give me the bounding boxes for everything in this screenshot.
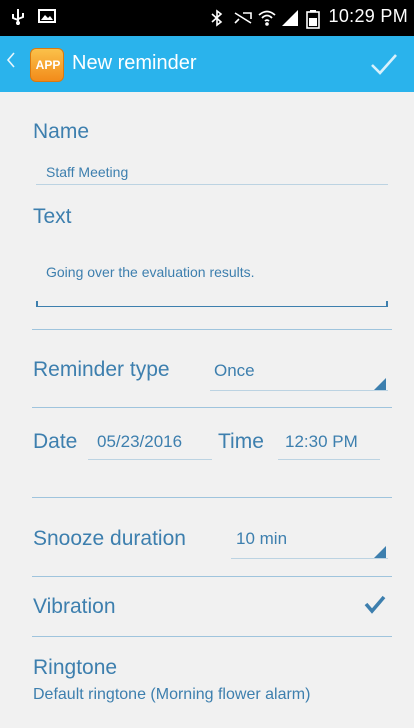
- signal-icon: [281, 9, 298, 26]
- action-bar: APP New reminder: [0, 36, 414, 92]
- vibration-label: Vibration: [33, 595, 116, 618]
- wifi-icon: [257, 9, 276, 26]
- reminder-type-label: Reminder type: [33, 358, 170, 381]
- text-input-underline: [36, 306, 388, 307]
- reminder-type-select[interactable]: Once: [214, 361, 255, 381]
- snooze-duration-select[interactable]: 10 min: [236, 529, 287, 549]
- name-underline: [36, 184, 388, 185]
- image-icon: [38, 8, 56, 24]
- app-logo[interactable]: APP: [30, 48, 64, 82]
- save-checkmark-icon[interactable]: [368, 48, 400, 80]
- snooze-duration-label: Snooze duration: [33, 527, 186, 550]
- checkmark-icon: [364, 595, 386, 614]
- divider-3: [32, 497, 392, 498]
- name-label: Name: [33, 120, 90, 143]
- divider-5: [32, 636, 392, 637]
- divider-4: [32, 576, 392, 577]
- status-bar: 10:29 PM: [0, 0, 414, 36]
- name-input[interactable]: Staff Meeting: [46, 164, 128, 180]
- snooze-dropdown-icon[interactable]: [374, 546, 386, 558]
- date-input[interactable]: 05/23/2016: [97, 432, 182, 452]
- text-input-left-tick: [36, 301, 38, 306]
- back-chevron-icon[interactable]: [6, 50, 16, 78]
- date-label: Date: [33, 430, 78, 453]
- vibration-checkbox[interactable]: [364, 594, 386, 616]
- app-logo-text: APP: [35, 58, 61, 72]
- divider-2: [32, 407, 392, 408]
- usb-icon: [10, 8, 26, 25]
- bluetooth-icon: [209, 8, 225, 27]
- battery-icon: [305, 9, 321, 29]
- time-label: Time: [218, 430, 264, 453]
- ringtone-value[interactable]: Default ringtone (Morning flower alarm): [33, 686, 310, 704]
- page-title: New reminder: [72, 52, 197, 74]
- time-input[interactable]: 12:30 PM: [285, 432, 358, 452]
- status-time: 10:29 PM: [328, 6, 408, 26]
- text-label: Text: [33, 205, 72, 228]
- reminder-type-dropdown-icon[interactable]: [374, 378, 386, 390]
- date-underline: [88, 459, 212, 460]
- snooze-duration-underline: [231, 558, 388, 559]
- divider-1: [32, 329, 392, 330]
- text-input-right-tick: [386, 301, 388, 306]
- status-bar-right: 10:29 PM: [209, 6, 408, 29]
- mute-icon: [233, 9, 252, 25]
- time-underline: [278, 459, 380, 460]
- text-input[interactable]: Going over the evaluation results.: [46, 264, 255, 280]
- status-bar-left: [10, 8, 56, 25]
- ringtone-label[interactable]: Ringtone: [33, 656, 117, 680]
- reminder-type-underline: [210, 390, 388, 391]
